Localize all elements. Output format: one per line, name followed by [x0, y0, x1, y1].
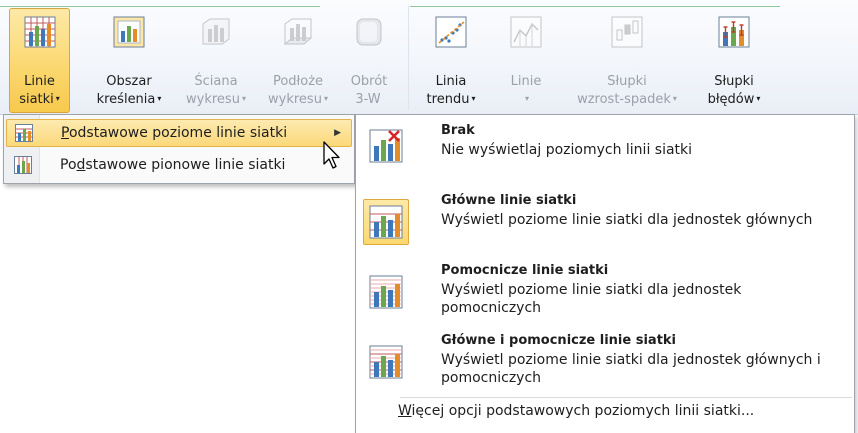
option-none[interactable]: Brak Nie wyświetlaj poziomych linii siat… — [359, 123, 851, 183]
gridlines-icon — [23, 15, 57, 49]
gridlines-button[interactable]: Linie siatki ▾ — [9, 8, 70, 113]
gridlines-label-line1: Linie — [24, 74, 55, 89]
menu-mnemonic: P — [61, 125, 69, 141]
option-minor-gridlines[interactable]: Pomocnicze linie siatki Wyświetl poziome… — [359, 263, 851, 329]
major-gridlines-icon — [363, 199, 409, 245]
horizontal-gridlines-icon — [7, 124, 41, 142]
option-title: Brak — [441, 123, 475, 138]
error-bars-icon — [717, 15, 751, 49]
error-bars-button[interactable]: Słupki błędów ▾ — [696, 8, 772, 113]
up-down-bars-label-line2: wzrost-spadek — [577, 92, 671, 107]
menu-mnemonic: W — [398, 403, 412, 419]
trendline-label-line2: trendu — [426, 92, 470, 107]
rotation-3d-button[interactable]: Obrót 3-W — [340, 8, 398, 113]
vertical-gridlines-icon — [6, 156, 40, 174]
more-options-label: ięcej opcji podstawowych poziomych linii… — [411, 403, 755, 419]
group-underline — [410, 6, 780, 7]
chart-floor-label-line1: Podłoże — [272, 74, 324, 89]
chart-floor-label-line2: wykresu — [268, 92, 322, 107]
trendline-icon — [434, 15, 468, 49]
error-bars-label-line2: błędów — [707, 92, 755, 107]
plot-area-button[interactable]: Obszar kreślenia ▾ — [84, 8, 174, 113]
up-down-bars-button[interactable]: Słupki wzrost-spadek ▾ — [560, 8, 694, 113]
lines-label-line1: Linie — [510, 74, 542, 89]
trendline-label-line1: Linia — [435, 74, 467, 89]
dropdown-caret-icon: ▾ — [524, 94, 529, 103]
plot-area-label-line1: Obszar — [106, 74, 152, 89]
minor-gridlines-icon — [363, 269, 409, 315]
option-title: Główne i pomocnicze linie siatki — [441, 333, 677, 348]
trendline-button[interactable]: Linia trendu ▾ — [416, 8, 486, 113]
chart-wall-label-line2: wykresu — [186, 92, 240, 107]
up-down-bars-label-line1: Słupki — [607, 74, 647, 89]
dropdown-caret-icon: ▾ — [471, 94, 476, 103]
dropdown-caret-icon: ▾ — [157, 94, 162, 103]
rotation-3d-icon — [352, 15, 386, 49]
gridlines-submenu: Podstawowe poziome linie siatki ▶ Podsta… — [3, 114, 355, 184]
menu-item-label-pre: Po — [60, 157, 77, 173]
gridlines-label-line2: siatki — [19, 92, 54, 107]
option-major-minor-gridlines[interactable]: Główne i pomocnicze linie siatki Wyświet… — [359, 333, 851, 399]
menu-item-primary-horizontal-gridlines[interactable]: Podstawowe poziome linie siatki ▶ — [6, 119, 352, 147]
plot-area-icon — [112, 15, 146, 49]
lines-icon — [509, 15, 543, 49]
option-description: Wyświetl poziome linie siatki dla jednos… — [441, 352, 821, 386]
rotation-3d-label-line1: Obrót — [350, 74, 388, 89]
dropdown-caret-icon: ▾ — [672, 94, 677, 103]
chart-wall-label-line1: Ściana — [194, 74, 238, 89]
chart-wall-icon — [199, 15, 233, 49]
menu-item-label: stawowe pionowe linie siatki — [85, 157, 286, 173]
dropdown-caret-icon: ▾ — [756, 94, 761, 103]
menu-item-label: odstawowe poziome linie siatki — [68, 125, 288, 141]
dropdown-caret-icon: ▾ — [241, 94, 246, 103]
submenu-arrow-icon: ▶ — [334, 128, 341, 138]
dropdown-caret-icon: ▾ — [55, 94, 60, 103]
option-description: Wyświetl poziome linie siatki dla jednos… — [441, 212, 813, 228]
chart-wall-button[interactable]: Ściana wykresu ▾ — [176, 8, 256, 113]
ribbon: Linie siatki ▾ Obszar kreślenia ▾ Ściana… — [0, 0, 858, 115]
option-title: Główne linie siatki — [441, 193, 577, 208]
option-description: Nie wyświetlaj poziomych linii siatki — [441, 142, 693, 158]
major-minor-gridlines-icon — [363, 339, 409, 385]
menu-item-primary-vertical-gridlines[interactable]: Podstawowe pionowe linie siatki — [6, 151, 352, 179]
horizontal-gridlines-flyout: Brak Nie wyświetlaj poziomych linii siat… — [355, 114, 855, 433]
chart-floor-icon — [281, 15, 315, 49]
more-gridline-options-link[interactable]: Więcej opcji podstawowych poziomych lini… — [398, 403, 754, 419]
option-major-gridlines[interactable]: Główne linie siatki Wyświetl poziome lin… — [359, 193, 851, 259]
up-down-bars-icon — [610, 15, 644, 49]
option-description: Wyświetl poziome linie siatki dla jednos… — [441, 282, 742, 316]
mouse-cursor-icon — [323, 141, 340, 169]
option-title: Pomocnicze linie siatki — [441, 263, 609, 278]
chart-floor-button[interactable]: Podłoże wykresu ▾ — [258, 8, 338, 113]
lines-button[interactable]: Linie ▾ — [498, 8, 554, 113]
error-bars-label-line1: Słupki — [714, 74, 754, 89]
no-gridlines-icon — [363, 123, 409, 169]
menu-separator — [400, 397, 852, 398]
group-underline — [0, 6, 320, 7]
rotation-3d-label-line2: 3-W — [355, 92, 381, 107]
plot-area-label-line2: kreślenia — [96, 92, 156, 107]
group-separator — [408, 6, 409, 110]
dropdown-caret-icon: ▾ — [323, 94, 328, 103]
